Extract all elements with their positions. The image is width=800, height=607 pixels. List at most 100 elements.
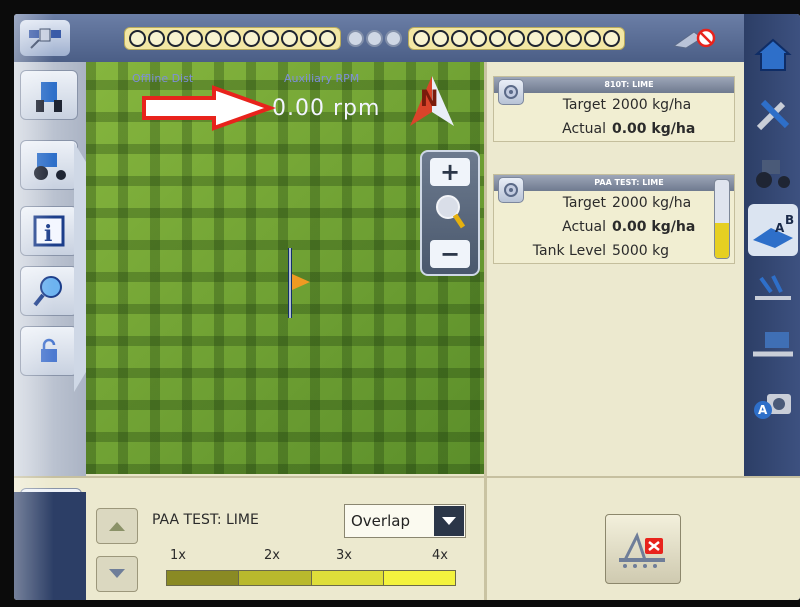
legend-up-button[interactable]: [96, 508, 138, 544]
target-value: 2000 kg/ha: [612, 97, 692, 113]
magnifier-icon[interactable]: [20, 266, 78, 316]
actual-value: 0.00 kg/ha: [612, 121, 696, 137]
coverage-mode-select[interactable]: Overlap: [344, 504, 466, 538]
tank-level-fill: [715, 222, 729, 258]
vehicle-marker-icon: [282, 248, 312, 318]
aux-rpm-value: 0.00 rpm: [272, 96, 381, 121]
section-group-left[interactable]: [124, 26, 341, 50]
section-indicator: [470, 29, 487, 47]
legend-title: PAA TEST: LIME: [152, 512, 259, 528]
section-indicator: [167, 29, 184, 47]
left-rail-footer: [14, 492, 86, 600]
section-indicator: [300, 29, 317, 47]
svg-text:i: i: [44, 221, 52, 247]
actual-label: Actual: [562, 121, 606, 137]
implement-status-area: [484, 476, 800, 600]
gps-no-signal-icon[interactable]: [668, 24, 722, 52]
legend-tick: 4x: [432, 548, 448, 563]
legend-down-button[interactable]: [96, 556, 138, 592]
section-indicator: [603, 29, 620, 47]
actual-label: Actual: [562, 219, 606, 235]
section-indicator: [366, 29, 383, 47]
legend-swatch: [167, 571, 240, 585]
target-label: Target: [562, 195, 606, 211]
implement-icon[interactable]: [748, 262, 798, 314]
section-group-right[interactable]: [408, 26, 625, 50]
product-panel: 810T: LIME Target 2000 kg/ha Actual 0.00…: [484, 62, 744, 492]
section-indicator: [489, 29, 506, 47]
chevron-down-icon[interactable]: [434, 506, 464, 536]
actual-row: Actual 0.00 kg/ha: [494, 117, 734, 141]
actual-value: 0.00 kg/ha: [612, 219, 696, 235]
zoom-control: + −: [420, 150, 480, 276]
legend-swatches: [166, 570, 456, 586]
svg-text:A: A: [775, 221, 785, 235]
section-indicator: [347, 29, 364, 47]
legend-tick: 2x: [264, 548, 280, 563]
aux-rpm-label: Auxiliary RPM: [284, 72, 360, 85]
section-indicator: [385, 29, 402, 47]
section-indicator: [186, 29, 203, 47]
satellite-icon[interactable]: [20, 20, 70, 56]
section-indicator: [319, 29, 336, 47]
section-indicator: [129, 29, 146, 47]
section-indicator: [451, 29, 468, 47]
svg-text:A: A: [758, 403, 768, 417]
section-indicator: [527, 29, 544, 47]
compass-letter: N: [420, 87, 438, 112]
tractor-view-icon[interactable]: [20, 70, 78, 120]
section-indicator: [224, 29, 241, 47]
product-name: 810T: LIME: [494, 77, 734, 93]
target-row: Target 2000 kg/ha: [494, 191, 734, 215]
seeder-icon[interactable]: [748, 320, 798, 372]
section-indicator: [148, 29, 165, 47]
target-value: 2000 kg/ha: [612, 195, 692, 211]
tank-row: Tank Level 5000 kg: [494, 239, 734, 263]
legend-tick: 3x: [336, 548, 352, 563]
tractor-icon[interactable]: [748, 146, 798, 198]
ab-guidance-icon[interactable]: AB: [748, 204, 798, 256]
zoom-magnifier-icon: [433, 191, 467, 235]
tractor-side-icon[interactable]: [20, 140, 78, 190]
target-label: Target: [562, 97, 606, 113]
section-indicator: [508, 29, 525, 47]
zoom-out-button[interactable]: −: [430, 240, 470, 268]
home-icon[interactable]: [748, 28, 798, 80]
tank-label: Tank Level: [532, 243, 606, 259]
section-indicator: [262, 29, 279, 47]
section-indicator: [565, 29, 582, 47]
legend-tick: 1x: [170, 548, 186, 563]
section-indicator: [281, 29, 298, 47]
section-control-bar[interactable]: [124, 24, 625, 52]
section-group-middle[interactable]: [343, 28, 406, 49]
zoom-in-button[interactable]: +: [430, 158, 470, 186]
implement-error-icon[interactable]: [605, 514, 681, 584]
product-card[interactable]: 810T: LIME Target 2000 kg/ha Actual 0.00…: [493, 76, 735, 142]
compass-icon[interactable]: N: [402, 72, 462, 132]
legend-swatch: [239, 571, 312, 585]
section-indicator: [546, 29, 563, 47]
section-indicator: [205, 29, 222, 47]
target-row: Target 2000 kg/ha: [494, 93, 734, 117]
legend-swatch: [383, 571, 455, 585]
annotation-arrow-icon: [140, 84, 276, 132]
section-indicator: [584, 29, 601, 47]
svg-text:B: B: [785, 213, 794, 227]
terminal-screen: AB A i Offline Dist Auxiliary RPM 0.00 r…: [14, 14, 800, 600]
tools-icon[interactable]: [748, 88, 798, 140]
tank-value: 5000 kg: [612, 243, 670, 259]
lock-icon[interactable]: [20, 326, 78, 376]
camera-a-icon[interactable]: A: [748, 378, 798, 430]
info-icon[interactable]: i: [20, 206, 78, 256]
product-card[interactable]: PAA TEST: LIME Target 2000 kg/ha Actual …: [493, 174, 735, 264]
actual-row: Actual 0.00 kg/ha: [494, 215, 734, 239]
left-view-rail: i: [14, 62, 104, 492]
product-name: PAA TEST: LIME: [494, 175, 734, 191]
legend-swatch: [311, 571, 384, 585]
top-status-bar: [14, 14, 744, 62]
section-indicator: [413, 29, 430, 47]
tank-level-gauge: [714, 179, 730, 259]
section-indicator: [243, 29, 260, 47]
coverage-mode-value: Overlap: [351, 512, 410, 530]
section-indicator: [432, 29, 449, 47]
